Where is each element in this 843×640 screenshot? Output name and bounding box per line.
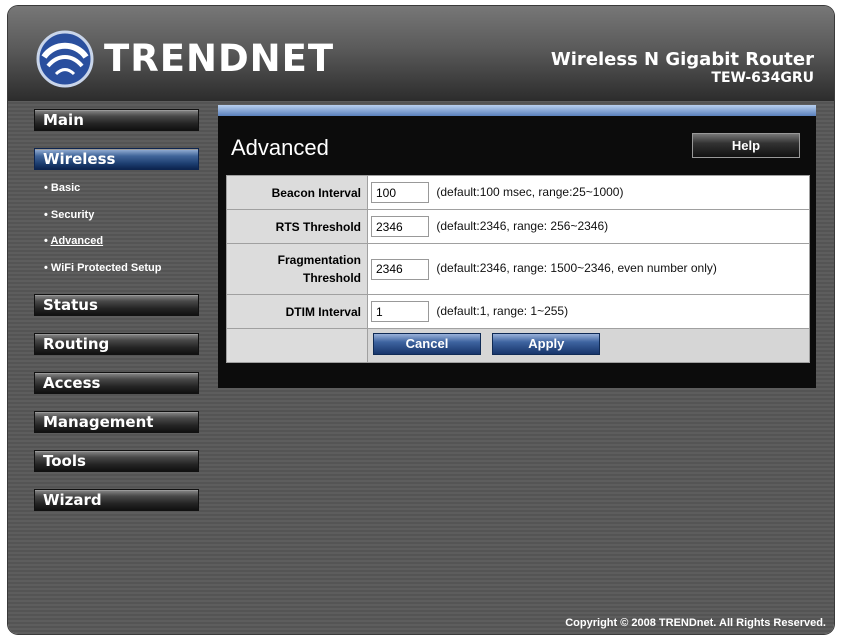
- nav-management[interactable]: Management: [34, 411, 199, 433]
- rts-label: RTS Threshold: [226, 209, 368, 244]
- beacon-label: Beacon Interval: [226, 175, 368, 210]
- product-info: Wireless N Gigabit Router TEW-634GRU: [550, 49, 814, 87]
- help-button[interactable]: Help: [692, 133, 800, 158]
- dtim-cell: (default:1, range: 1~255): [367, 294, 810, 329]
- beacon-cell: (default:100 msec, range:25~1000): [367, 175, 810, 210]
- rts-cell: (default:2346, range: 256~2346): [367, 209, 810, 244]
- fragmentation-threshold-input[interactable]: [371, 258, 429, 280]
- button-row: Cancel Apply: [226, 328, 810, 363]
- sub-nav-advanced-label: Advanced: [50, 235, 104, 247]
- content-header-bar: [218, 105, 816, 116]
- rts-threshold-input[interactable]: [371, 216, 429, 237]
- beacon-interval-input[interactable]: [371, 182, 429, 203]
- sub-nav-basic-label: Basic: [50, 182, 81, 194]
- nav-access[interactable]: Access: [34, 372, 199, 394]
- fragmentation-label: Fragmentation Threshold: [226, 243, 368, 295]
- nav-wizard[interactable]: Wizard: [34, 489, 199, 511]
- sub-nav-wps[interactable]: • WiFi Protected Setup: [44, 262, 161, 274]
- fragmentation-row: Fragmentation Threshold (default:2346, r…: [226, 243, 810, 295]
- button-row-spacer: [226, 328, 368, 363]
- dtim-hint: (default:1, range: 1~255): [436, 303, 569, 318]
- fragmentation-cell: (default:2346, range: 1500~2346, even nu…: [367, 243, 810, 295]
- router-frame: TRENDNET Wireless N Gigabit Router TEW-6…: [8, 6, 834, 634]
- rts-row: RTS Threshold (default:2346, range: 256~…: [226, 209, 810, 244]
- brand-logo: TRENDNET: [36, 30, 334, 88]
- sub-nav-basic[interactable]: • Basic: [44, 182, 80, 194]
- nav-wireless[interactable]: Wireless: [34, 148, 199, 170]
- content-panel: Advanced Help Beacon Interval (default:1…: [218, 116, 816, 388]
- cancel-button[interactable]: Cancel: [373, 333, 481, 355]
- nav-main[interactable]: Main: [34, 109, 199, 131]
- advanced-settings-form: Beacon Interval (default:100 msec, range…: [226, 175, 810, 363]
- sub-nav-security[interactable]: • Security: [44, 209, 94, 221]
- nav-tools[interactable]: Tools: [34, 450, 199, 472]
- sub-nav-wps-label: WiFi Protected Setup: [50, 262, 162, 274]
- nav-status[interactable]: Status: [34, 294, 199, 316]
- dtim-label: DTIM Interval: [226, 294, 368, 329]
- product-name: Wireless N Gigabit Router: [550, 49, 814, 70]
- beacon-hint: (default:100 msec, range:25~1000): [436, 184, 624, 199]
- sub-nav-security-label: Security: [50, 209, 95, 221]
- button-row-cell: Cancel Apply: [367, 328, 810, 363]
- beacon-row: Beacon Interval (default:100 msec, range…: [226, 175, 810, 210]
- rts-hint: (default:2346, range: 256~2346): [436, 218, 609, 233]
- fragmentation-hint: (default:2346, range: 1500~2346, even nu…: [436, 261, 717, 276]
- apply-button[interactable]: Apply: [492, 333, 601, 355]
- nav-routing[interactable]: Routing: [34, 333, 199, 355]
- dtim-interval-input[interactable]: [371, 301, 429, 322]
- trendnet-globe-icon: [36, 30, 94, 88]
- dtim-row: DTIM Interval (default:1, range: 1~255): [226, 294, 810, 329]
- sub-nav-advanced[interactable]: • Advanced: [44, 235, 103, 247]
- logo-text: TRENDNET: [104, 37, 335, 80]
- fragmentation-label-line2: Threshold: [302, 271, 361, 285]
- product-model: TEW-634GRU: [711, 70, 814, 86]
- page-title: Advanced: [231, 135, 329, 160]
- header: TRENDNET Wireless N Gigabit Router TEW-6…: [8, 6, 834, 101]
- copyright-text: Copyright © 2008 TRENDnet. All Rights Re…: [565, 617, 826, 629]
- fragmentation-label-line1: Fragmentation: [277, 253, 361, 267]
